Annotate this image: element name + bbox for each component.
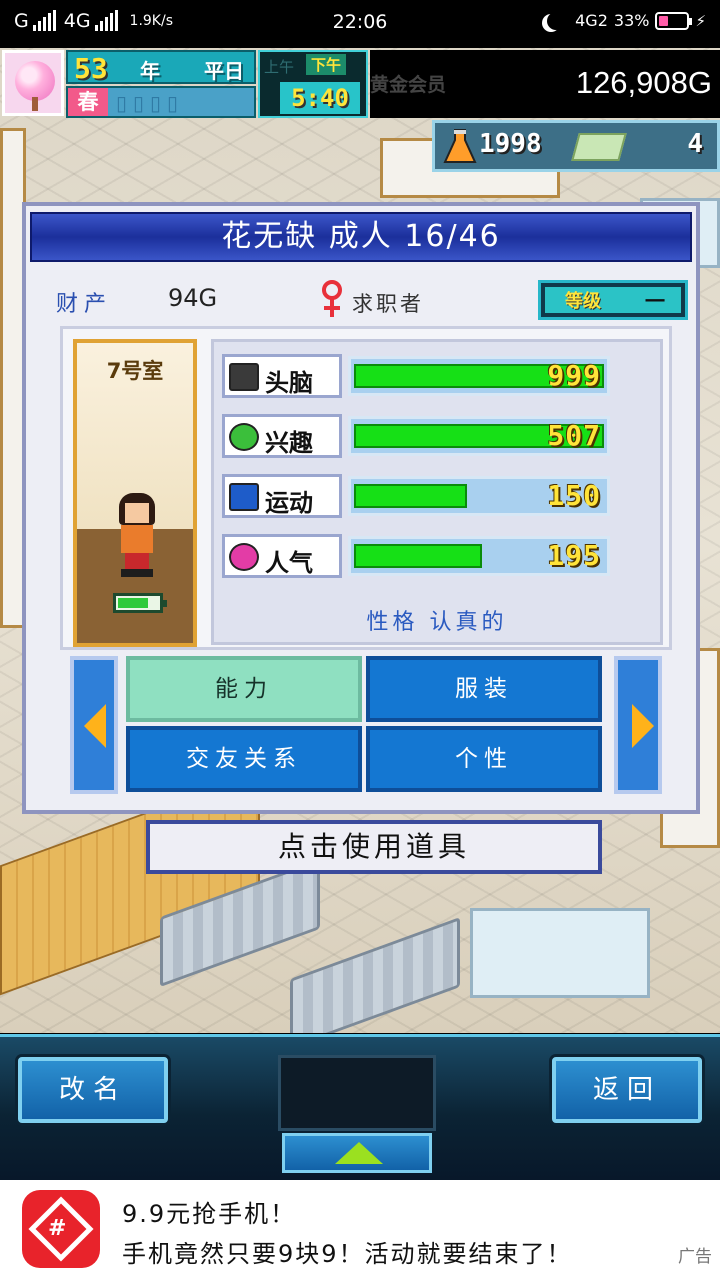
do-not-disturb-icon xyxy=(547,12,565,30)
level-label: 等级 xyxy=(565,291,601,312)
stat-value: 150 xyxy=(547,479,601,512)
asset-value: 94G xyxy=(168,284,218,312)
season-track: ▯▯▯▯ xyxy=(116,91,185,115)
cherry-blossom-icon xyxy=(15,61,55,101)
resident-sprite xyxy=(113,493,161,579)
ticket-icon xyxy=(571,133,627,161)
prev-arrow-button[interactable] xyxy=(70,656,118,794)
expand-up-button[interactable] xyxy=(282,1133,432,1173)
ad-title: 9.9元抢手机！ xyxy=(122,1200,297,1228)
arrow-left-icon xyxy=(84,704,106,748)
town-avatar[interactable] xyxy=(2,50,64,116)
room-name: 7号室 xyxy=(106,359,164,383)
resident-title: 花无缺 成人 16/46 xyxy=(30,212,692,262)
stat-name: 兴趣 xyxy=(265,429,313,457)
scene-bed-2 xyxy=(290,917,460,1033)
coin-count: 4 xyxy=(687,129,703,159)
charging-icon: ⚡ xyxy=(695,11,706,30)
energy-fill xyxy=(118,598,148,608)
arrow-right-icon xyxy=(632,704,654,748)
stat-value: 195 xyxy=(547,539,601,572)
stat-row: 头脑 999 xyxy=(222,354,612,398)
status-icons: 4G2 33% ⚡ xyxy=(541,11,706,30)
ad-tag: 广告 xyxy=(678,1247,712,1267)
arrow-up-icon xyxy=(335,1142,383,1164)
stats-list: 性格 认真的 头脑 999 兴趣 507 运动 150 人气 195 xyxy=(211,339,663,645)
research-points: 1998 xyxy=(479,129,542,159)
stat-bar: 507 xyxy=(348,416,610,456)
bottom-bar: 改名 返回 xyxy=(0,1034,720,1180)
am-label: 上午 xyxy=(264,58,295,76)
sparkle-icon xyxy=(229,543,259,571)
resource-panel[interactable]: 1998 4 xyxy=(432,120,720,172)
game-clock: 上午 下午 5:40 xyxy=(258,50,368,118)
stat-bar: 195 xyxy=(348,536,610,576)
stat-label-box: 兴趣 xyxy=(222,414,342,458)
runner-icon xyxy=(229,483,259,511)
tab-area: 能力 服装 交友关系 个性 xyxy=(70,656,662,796)
weekday-label: 平日 xyxy=(204,59,244,83)
preview-screen xyxy=(278,1055,436,1131)
year-unit: 年 xyxy=(140,59,160,83)
info-row: 财产 94G 求职者 等级 一 xyxy=(56,280,688,320)
speech-bubble-icon xyxy=(229,423,259,451)
stat-name: 人气 xyxy=(265,549,313,577)
stat-row: 人气 195 xyxy=(222,534,612,578)
year-panel: 53 年 平日 xyxy=(66,50,256,85)
year-number: 53 xyxy=(74,52,108,85)
job-status: 求职者 xyxy=(352,292,424,316)
tab-personality[interactable]: 个性 xyxy=(366,726,602,792)
battery-icon xyxy=(655,11,693,30)
stat-name: 头脑 xyxy=(265,369,313,397)
energy-battery-icon xyxy=(113,593,167,613)
use-item-button[interactable]: 点击使用道具 xyxy=(146,820,602,874)
female-icon xyxy=(318,280,346,320)
tab-ability[interactable]: 能力 xyxy=(126,656,362,722)
season-panel: 春 ▯▯▯▯ xyxy=(66,86,256,118)
tab-clothing[interactable]: 服装 xyxy=(366,656,602,722)
stat-value: 999 xyxy=(547,359,601,392)
rename-button[interactable]: 改名 xyxy=(18,1057,168,1123)
stat-bar: 150 xyxy=(348,476,610,516)
scene-bath xyxy=(470,908,650,998)
season-label: 春 xyxy=(68,88,108,116)
research-flask-icon xyxy=(443,129,477,163)
personality-text: 性格 认真的 xyxy=(366,610,508,635)
clock-time: 5:40 xyxy=(280,82,360,114)
stat-bar-fill xyxy=(354,544,482,568)
stats-panel: 7号室 性格 认真的 头脑 999 兴趣 507 运动 150 人气 195 xyxy=(60,326,672,650)
ad-description: 手机竟然只要9块9！活动就要结束了！ xyxy=(122,1240,573,1268)
ad-banner[interactable]: # 9.9元抢手机！ 手机竟然只要9块9！活动就要结束了！ 广告 xyxy=(0,1180,720,1280)
next-arrow-button[interactable] xyxy=(614,656,662,794)
battery-percent: 33% xyxy=(613,11,650,30)
stat-row: 兴趣 507 xyxy=(222,414,612,458)
brain-tv-icon xyxy=(229,363,259,391)
member-label: 黄金会员 xyxy=(370,74,447,96)
money-panel: 黄金会员 126,908G xyxy=(370,50,720,118)
level-badge: 等级 一 xyxy=(538,280,688,320)
asset-label: 财产 xyxy=(56,292,113,317)
tab-friends[interactable]: 交友关系 xyxy=(126,726,362,792)
status-bar: G 4G 1.9K/s 22:06 4G2 33% ⚡ xyxy=(0,0,720,48)
pm-label: 下午 xyxy=(306,54,346,75)
stat-bar-fill xyxy=(354,484,467,508)
stat-label-box: 人气 xyxy=(222,534,342,578)
resident-info-dialog: 花无缺 成人 16/46 财产 94G 求职者 等级 一 7号室 性格 认真的 … xyxy=(22,202,700,814)
back-button[interactable]: 返回 xyxy=(552,1057,702,1123)
stat-bar: 999 xyxy=(348,356,610,396)
stat-name: 运动 xyxy=(265,489,313,517)
network-type-2: 4G2 xyxy=(575,11,608,30)
shopping-app-logo-icon: # xyxy=(22,1190,100,1268)
room-card: 7号室 xyxy=(73,339,197,647)
stat-value: 507 xyxy=(547,419,601,452)
stat-label-box: 头脑 xyxy=(222,354,342,398)
level-value: 一 xyxy=(645,289,665,313)
money-value: 126,908G xyxy=(575,65,712,100)
stat-label-box: 运动 xyxy=(222,474,342,518)
stat-row: 运动 150 xyxy=(222,474,612,518)
